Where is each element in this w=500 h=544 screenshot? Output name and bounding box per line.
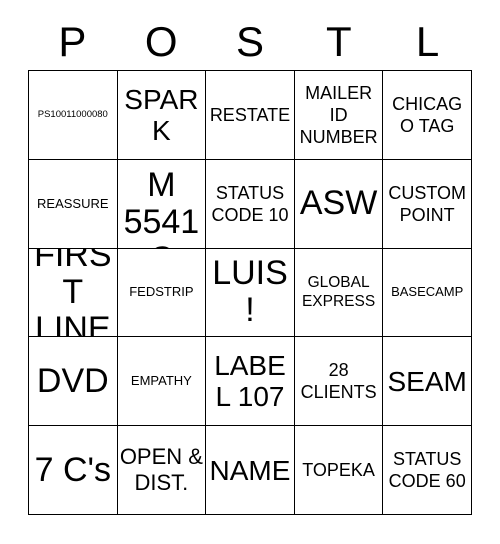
bingo-cell-label: CUSTOM POINT [388, 182, 467, 225]
bingo-cell-label: SPARK [124, 83, 199, 146]
bingo-card: P O S T L PS10011000080 SPARK RESTATE MAILER ID… [0, 0, 500, 544]
bingo-cell[interactable]: STATUS CODE 60 [383, 426, 472, 515]
bingo-cell[interactable]: CUSTOM POINT [383, 159, 472, 249]
bingo-cell-label: RESTATE [209, 104, 291, 125]
bingo-cell-label: OPEN & DIST. [119, 444, 203, 496]
bingo-cell-label: PS10011000080 [37, 108, 108, 120]
bingo-cell-label: CHICAGO TAG [392, 93, 463, 136]
bingo-cell[interactable]: FIRST LINE [29, 248, 118, 338]
bingo-cell[interactable]: 28 CLIENTS [294, 337, 384, 427]
bingo-cell[interactable]: EMPATHY [117, 337, 207, 427]
bingo-header-letter-4: L [415, 18, 440, 65]
bingo-cell[interactable]: MAILER ID NUMBER [294, 71, 384, 160]
bingo-cell-label: DVD [36, 361, 109, 400]
bingo-cell-label: STATUS CODE 60 [388, 449, 466, 492]
bingo-cell[interactable]: OPEN & DIST. [117, 426, 207, 515]
bingo-cell[interactable]: 7 C's [29, 426, 118, 515]
bingo-header-letter-3: T [325, 18, 352, 65]
bingo-cell-label: 28 CLIENTS [300, 360, 377, 403]
bingo-cell[interactable]: CHICAGO TAG [383, 71, 472, 160]
bingo-cell-label: BASECAMP [391, 284, 464, 300]
bingo-cell-label: SEAM [387, 365, 467, 397]
bingo-cell[interactable]: BASECAMP [383, 248, 472, 338]
bingo-cell-label: ASW [299, 184, 378, 223]
bingo-cell[interactable]: NAME [206, 426, 295, 515]
bingo-cell[interactable]: PS10011000080 [29, 71, 118, 160]
bingo-cell[interactable]: DVD [29, 337, 118, 427]
bingo-header: POSTL [28, 14, 472, 70]
bingo-cell-label: TOPEKA [302, 460, 375, 481]
bingo-grid: PS10011000080 SPARK RESTATE MAILER ID NUMBE… [28, 70, 472, 515]
bingo-cell[interactable]: ASW [294, 159, 384, 249]
bingo-cell-label: EMPATHY [130, 373, 192, 389]
bingo-header-letter-1: O [144, 18, 178, 65]
bingo-cell[interactable]: REASSURE [29, 159, 118, 249]
bingo-cell-label: LABEL 107 [214, 350, 286, 413]
bingo-cell-label: REASSURE [37, 195, 109, 211]
bingo-cell-label: FORM 5541C [123, 160, 200, 248]
bingo-cell[interactable]: STATUS CODE 10 [206, 159, 295, 249]
bingo-cell[interactable]: SEAM [383, 337, 472, 427]
bingo-cell[interactable]: LUIS! [206, 248, 295, 338]
bingo-cell-label: GLOBAL EXPRESS [301, 274, 376, 311]
bingo-cell[interactable]: LABEL 107 [206, 337, 295, 427]
bingo-header-letter-2: S [235, 18, 264, 65]
bingo-cell-label: 7 C's [34, 450, 111, 489]
bingo-cell-label: NAME [209, 454, 291, 486]
bingo-cell-label: FIRST LINE [34, 248, 112, 338]
bingo-cell[interactable]: RESTATE [206, 71, 295, 160]
bingo-cell-label: FEDSTRIP [129, 284, 194, 300]
bingo-cell[interactable]: FORM 5541C [117, 159, 207, 249]
bingo-cell[interactable]: TOPEKA [294, 426, 384, 515]
bingo-cell[interactable]: GLOBAL EXPRESS [294, 248, 384, 338]
bingo-cell-label: MAILER ID NUMBER [299, 82, 378, 147]
bingo-cell-label: LUIS! [212, 254, 288, 330]
bingo-cell[interactable]: FEDSTRIP [117, 248, 207, 338]
bingo-cell[interactable]: SPARK [117, 71, 207, 160]
bingo-cell-label: STATUS CODE 10 [211, 182, 289, 225]
bingo-header-letter-0: P [58, 18, 87, 65]
